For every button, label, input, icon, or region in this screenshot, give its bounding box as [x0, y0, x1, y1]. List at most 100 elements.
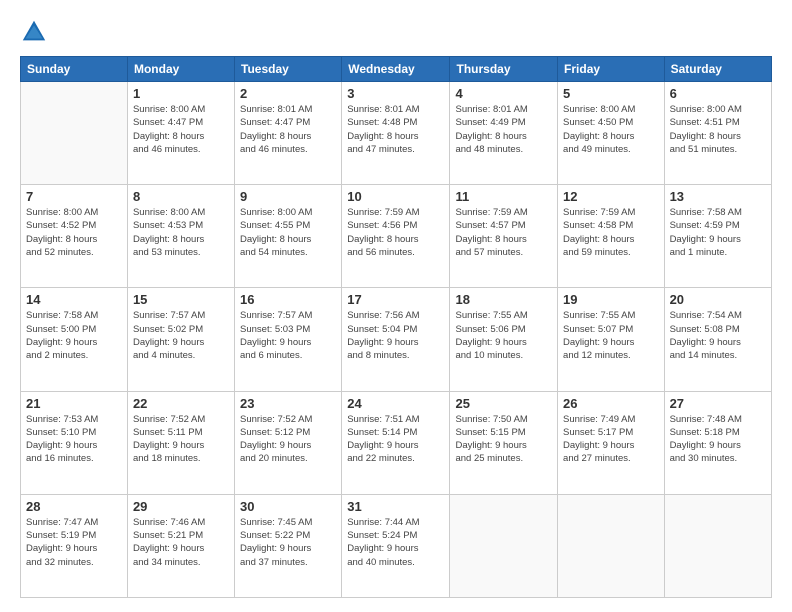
day-info: Sunrise: 7:54 AMSunset: 5:08 PMDaylight:… [670, 309, 766, 362]
day-info: Sunrise: 7:59 AMSunset: 4:57 PMDaylight:… [455, 206, 552, 259]
day-info: Sunrise: 8:01 AMSunset: 4:49 PMDaylight:… [455, 103, 552, 156]
day-number: 16 [240, 292, 336, 307]
calendar-day-cell: 20 Sunrise: 7:54 AMSunset: 5:08 PMDayligh… [664, 288, 771, 391]
header [20, 18, 772, 46]
day-info: Sunrise: 7:46 AMSunset: 5:21 PMDaylight:… [133, 516, 229, 569]
calendar-week-row: 14 Sunrise: 7:58 AMSunset: 5:00 PMDayligh… [21, 288, 772, 391]
day-info: Sunrise: 7:49 AMSunset: 5:17 PMDaylight:… [563, 413, 659, 466]
day-number: 26 [563, 396, 659, 411]
day-info: Sunrise: 7:51 AMSunset: 5:14 PMDaylight:… [347, 413, 444, 466]
calendar-day-cell: 7Sunrise: 8:00 AMSunset: 4:52 PMDaylight… [21, 185, 128, 288]
calendar-day-cell [664, 494, 771, 597]
day-number: 14 [26, 292, 122, 307]
day-info: Sunrise: 8:01 AMSunset: 4:47 PMDaylight:… [240, 103, 336, 156]
day-number: 22 [133, 396, 229, 411]
day-info: Sunrise: 7:59 AMSunset: 4:58 PMDaylight:… [563, 206, 659, 259]
day-info: Sunrise: 7:48 AMSunset: 5:18 PMDaylight:… [670, 413, 766, 466]
calendar-day-cell: 14 Sunrise: 7:58 AMSunset: 5:00 PMDayligh… [21, 288, 128, 391]
calendar-day-cell: 11 Sunrise: 7:59 AMSunset: 4:57 PMDayligh… [450, 185, 558, 288]
calendar-day-cell: 4 Sunrise: 8:01 AMSunset: 4:49 PMDaylight… [450, 82, 558, 185]
calendar-day-cell: 17Sunrise: 7:56 AMSunset: 5:04 PMDayligh… [342, 288, 450, 391]
day-number: 17 [347, 292, 444, 307]
day-number: 9 [240, 189, 336, 204]
weekday-header: Wednesday [342, 57, 450, 82]
day-number: 30 [240, 499, 336, 514]
day-number: 27 [670, 396, 766, 411]
day-info: Sunrise: 7:59 AMSunset: 4:56 PMDaylight:… [347, 206, 444, 259]
calendar-day-cell [21, 82, 128, 185]
day-number: 25 [455, 396, 552, 411]
day-info: Sunrise: 7:52 AMSunset: 5:11 PMDaylight:… [133, 413, 229, 466]
day-number: 19 [563, 292, 659, 307]
weekday-header: Monday [127, 57, 234, 82]
day-info: Sunrise: 8:00 AMSunset: 4:51 PMDaylight:… [670, 103, 766, 156]
day-number: 29 [133, 499, 229, 514]
day-info: Sunrise: 7:57 AMSunset: 5:02 PMDaylight:… [133, 309, 229, 362]
day-number: 5 [563, 86, 659, 101]
weekday-header: Sunday [21, 57, 128, 82]
calendar-day-cell: 30 Sunrise: 7:45 AMSunset: 5:22 PMDayligh… [235, 494, 342, 597]
day-number: 3 [347, 86, 444, 101]
calendar-day-cell: 2 Sunrise: 8:01 AMSunset: 4:47 PMDaylight… [235, 82, 342, 185]
day-number: 18 [455, 292, 552, 307]
day-info: Sunrise: 7:58 AMSunset: 4:59 PMDaylight:… [670, 206, 766, 259]
day-number: 2 [240, 86, 336, 101]
day-info: Sunrise: 7:50 AMSunset: 5:15 PMDaylight:… [455, 413, 552, 466]
day-info: Sunrise: 8:00 AMSunset: 4:47 PMDaylight:… [133, 103, 229, 156]
calendar-page: SundayMondayTuesdayWednesdayThursdayFrid… [0, 0, 792, 612]
day-number: 1 [133, 86, 229, 101]
day-number: 12 [563, 189, 659, 204]
calendar-day-cell: 19 Sunrise: 7:55 AMSunset: 5:07 PMDayligh… [558, 288, 665, 391]
day-number: 6 [670, 86, 766, 101]
calendar-header: SundayMondayTuesdayWednesdayThursdayFrid… [21, 57, 772, 82]
day-info: Sunrise: 7:53 AMSunset: 5:10 PMDaylight:… [26, 413, 122, 466]
calendar-day-cell: 13 Sunrise: 7:58 AMSunset: 4:59 PMDayligh… [664, 185, 771, 288]
day-info: Sunrise: 7:44 AMSunset: 5:24 PMDaylight:… [347, 516, 444, 569]
day-info: Sunrise: 8:00 AMSunset: 4:55 PMDaylight:… [240, 206, 336, 259]
calendar-day-cell: 3 Sunrise: 8:01 AMSunset: 4:48 PMDaylight… [342, 82, 450, 185]
day-info: Sunrise: 7:55 AMSunset: 5:07 PMDaylight:… [563, 309, 659, 362]
calendar-day-cell: 31 Sunrise: 7:44 AMSunset: 5:24 PMDayligh… [342, 494, 450, 597]
day-number: 10 [347, 189, 444, 204]
day-info: Sunrise: 7:47 AMSunset: 5:19 PMDaylight:… [26, 516, 122, 569]
calendar-day-cell: 29 Sunrise: 7:46 AMSunset: 5:21 PMDayligh… [127, 494, 234, 597]
weekday-header: Friday [558, 57, 665, 82]
weekday-header: Saturday [664, 57, 771, 82]
day-number: 13 [670, 189, 766, 204]
calendar-day-cell [558, 494, 665, 597]
day-number: 11 [455, 189, 552, 204]
calendar-day-cell: 16 Sunrise: 7:57 AMSunset: 5:03 PMDayligh… [235, 288, 342, 391]
day-info: Sunrise: 7:58 AMSunset: 5:00 PMDaylight:… [26, 309, 122, 362]
calendar-day-cell: 25 Sunrise: 7:50 AMSunset: 5:15 PMDayligh… [450, 391, 558, 494]
calendar-day-cell: 15 Sunrise: 7:57 AMSunset: 5:02 PMDayligh… [127, 288, 234, 391]
calendar-day-cell: 9 Sunrise: 8:00 AMSunset: 4:55 PMDaylight… [235, 185, 342, 288]
weekday-header: Tuesday [235, 57, 342, 82]
day-info: Sunrise: 7:45 AMSunset: 5:22 PMDaylight:… [240, 516, 336, 569]
calendar-day-cell: 28 Sunrise: 7:47 AMSunset: 5:19 PMDayligh… [21, 494, 128, 597]
calendar-day-cell: 8Sunrise: 8:00 AMSunset: 4:53 PMDaylight… [127, 185, 234, 288]
day-number: 23 [240, 396, 336, 411]
day-number: 4 [455, 86, 552, 101]
day-number: 24 [347, 396, 444, 411]
calendar-week-row: 1 Sunrise: 8:00 AMSunset: 4:47 PMDaylight… [21, 82, 772, 185]
calendar-day-cell: 26 Sunrise: 7:49 AMSunset: 5:17 PMDayligh… [558, 391, 665, 494]
day-info: Sunrise: 8:01 AMSunset: 4:48 PMDaylight:… [347, 103, 444, 156]
day-info: Sunrise: 7:55 AMSunset: 5:06 PMDaylight:… [455, 309, 552, 362]
calendar-day-cell: 27 Sunrise: 7:48 AMSunset: 5:18 PMDayligh… [664, 391, 771, 494]
calendar-table: SundayMondayTuesdayWednesdayThursdayFrid… [20, 56, 772, 598]
calendar-day-cell: 22 Sunrise: 7:52 AMSunset: 5:11 PMDayligh… [127, 391, 234, 494]
logo [20, 18, 50, 46]
day-info: Sunrise: 8:00 AMSunset: 4:52 PMDaylight:… [26, 206, 122, 259]
calendar-day-cell: 18 Sunrise: 7:55 AMSunset: 5:06 PMDayligh… [450, 288, 558, 391]
day-number: 31 [347, 499, 444, 514]
day-number: 21 [26, 396, 122, 411]
weekday-header: Thursday [450, 57, 558, 82]
calendar-week-row: 28 Sunrise: 7:47 AMSunset: 5:19 PMDayligh… [21, 494, 772, 597]
calendar-day-cell [450, 494, 558, 597]
calendar-day-cell: 12 Sunrise: 7:59 AMSunset: 4:58 PMDayligh… [558, 185, 665, 288]
calendar-day-cell: 23Sunrise: 7:52 AMSunset: 5:12 PMDayligh… [235, 391, 342, 494]
day-info: Sunrise: 7:57 AMSunset: 5:03 PMDaylight:… [240, 309, 336, 362]
day-number: 15 [133, 292, 229, 307]
day-number: 20 [670, 292, 766, 307]
day-number: 28 [26, 499, 122, 514]
